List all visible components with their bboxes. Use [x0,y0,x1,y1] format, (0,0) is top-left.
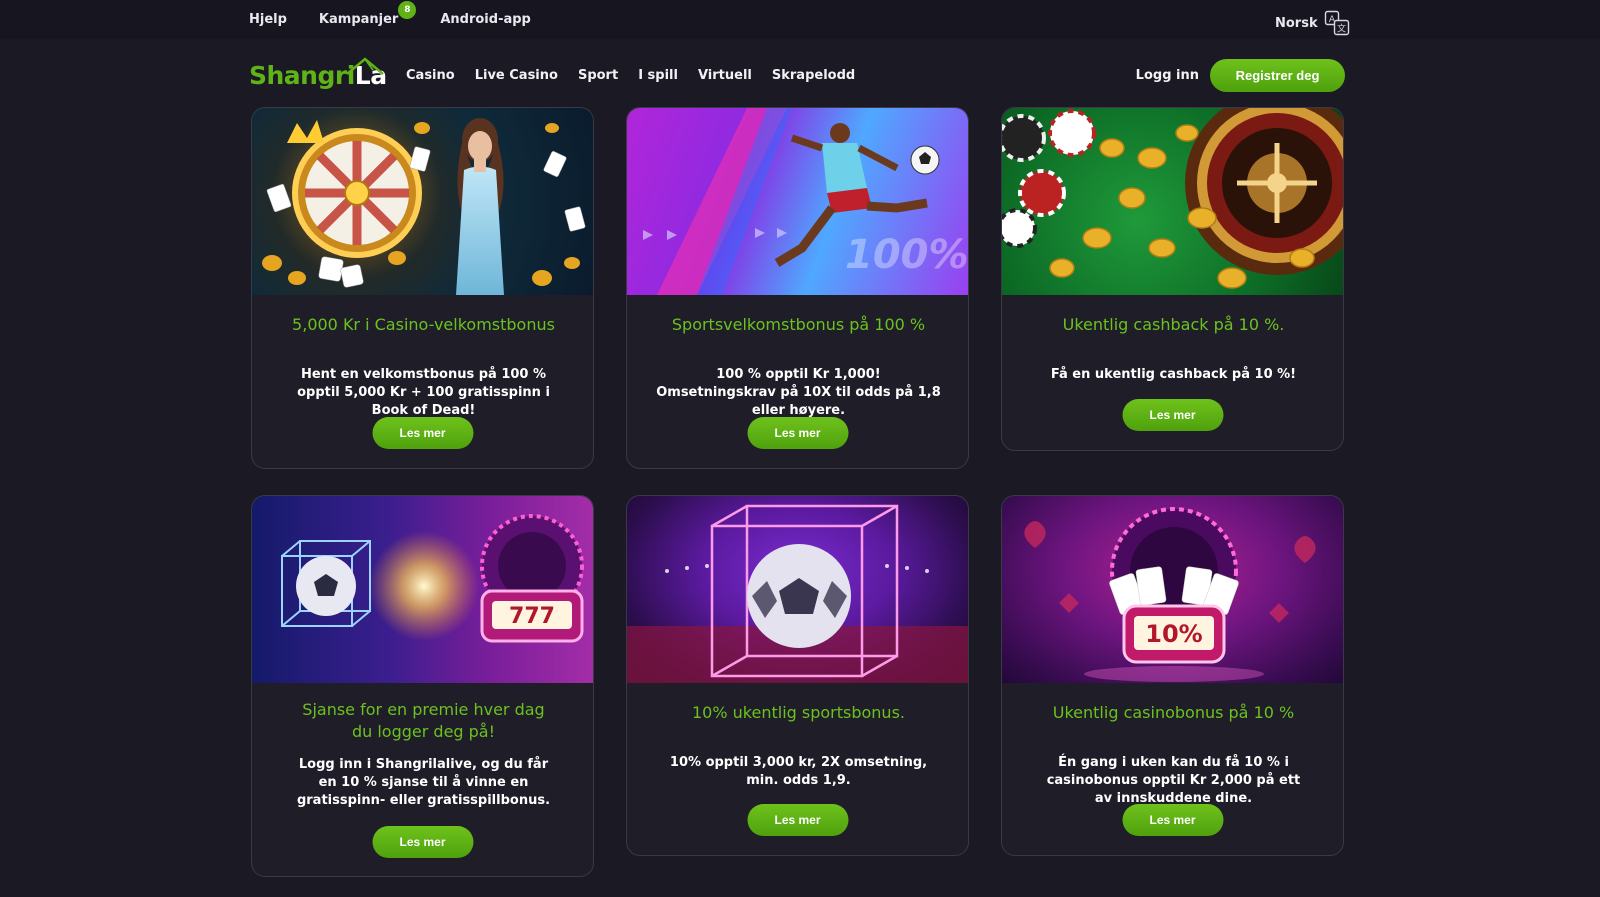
promo-card-sports-welcome: 100% Sportsvelkomstbonus på 100 % 100 % … [626,107,969,469]
sports-welcome-image: 100% [627,108,968,295]
android-app-link[interactable]: Android-app [440,12,531,27]
promo-description: Én gang i uken kan du få 10 % i casinobo… [1046,755,1301,806]
read-more-button[interactable]: Les mer [372,417,473,449]
promo-card-weekly-sports: 10% ukentlig sportsbonus. 10% opptil 3,0… [626,495,969,856]
promo-title: 5,000 Kr i Casino-velkomstbonus [292,315,555,334]
language-label: Norsk [1275,15,1318,31]
read-more-button[interactable]: Les mer [747,417,848,449]
read-more-button[interactable]: Les mer [1122,804,1223,836]
svg-text:文: 文 [1337,23,1346,35]
translate-icon: A 文 [1324,10,1349,36]
promotions-link-label: Kampanjer [318,12,399,27]
promo-card-weekly-cashback: Ukentlig cashback på 10 %. Få en ukentli… [1001,107,1344,451]
svg-text:100%: 100% [845,232,968,278]
daily-prize-image: 777 [252,496,593,683]
cashback-image [1002,108,1343,295]
promo-description: Logg inn i Shangrilalive, og du får en 1… [296,757,551,808]
promo-title: Sportsvelkomstbonus på 100 % [671,315,926,334]
read-more-button[interactable]: Les mer [1122,399,1223,431]
help-link[interactable]: Hjelp [249,12,287,27]
weekly-casino-image: 10% [1002,496,1343,683]
promo-card-daily-prize: 777 Sjanse for en premie hver dag du log… [251,495,594,877]
read-more-button[interactable]: Les mer [372,826,473,858]
weekly-sports-image [627,496,968,683]
promo-title: 10% ukentlig sportsbonus. [692,703,905,722]
casino-welcome-image [252,108,593,295]
shangrila-logo[interactable]: ShangriLa [249,52,409,98]
nav-sport[interactable]: Sport [578,68,618,83]
language-selector[interactable]: Norsk A 文 [1275,10,1350,36]
promotions-link[interactable]: Kampanjer 8 [318,1,417,27]
logo-roof-icon [346,57,384,75]
nav-scratchcards[interactable]: Skrapelodd [772,68,855,83]
promo-description: 100 % opptil Kr 1,000! Omsetningskrav på… [656,367,941,418]
promotions-count-badge: 8 [398,1,417,19]
nav-virtual[interactable]: Virtuell [698,68,752,83]
promo-title: Sjanse for en premie hver dag du logger … [302,700,545,741]
promo-description: Få en ukentlig cashback på 10 %! [1050,367,1297,382]
main-navigation: ShangriLa Casino Live Casino Sport I spi… [249,52,1345,98]
register-button[interactable]: Registrer deg [1210,58,1345,92]
top-utility-bar: Hjelp Kampanjer 8 Android-app Norsk A 文 [0,0,1600,39]
read-more-button[interactable]: Les mer [747,804,848,836]
promo-description: 10% opptil 3,000 kr, 2X omsetning, min. … [669,755,928,788]
nav-live-casino[interactable]: Live Casino [475,68,558,83]
nav-in-play[interactable]: I spill [638,68,678,83]
promo-description: Hent en velkomstbonus på 100 % opptil 5,… [297,367,550,418]
svg-text:777: 777 [509,604,555,629]
nav-casino[interactable]: Casino [406,68,455,83]
promo-title: Ukentlig casinobonus på 10 % [1052,703,1295,722]
promo-card-casino-welcome: 5,000 Kr i Casino-velkomstbonus Hent en … [251,107,594,469]
promo-title: Ukentlig cashback på 10 %. [1062,315,1285,334]
promo-card-weekly-casino: 10% Ukentlig casinobonus på 10 % Én gang… [1001,495,1344,856]
svg-text:10%: 10% [1145,620,1202,648]
login-link[interactable]: Logg inn [1136,68,1199,83]
